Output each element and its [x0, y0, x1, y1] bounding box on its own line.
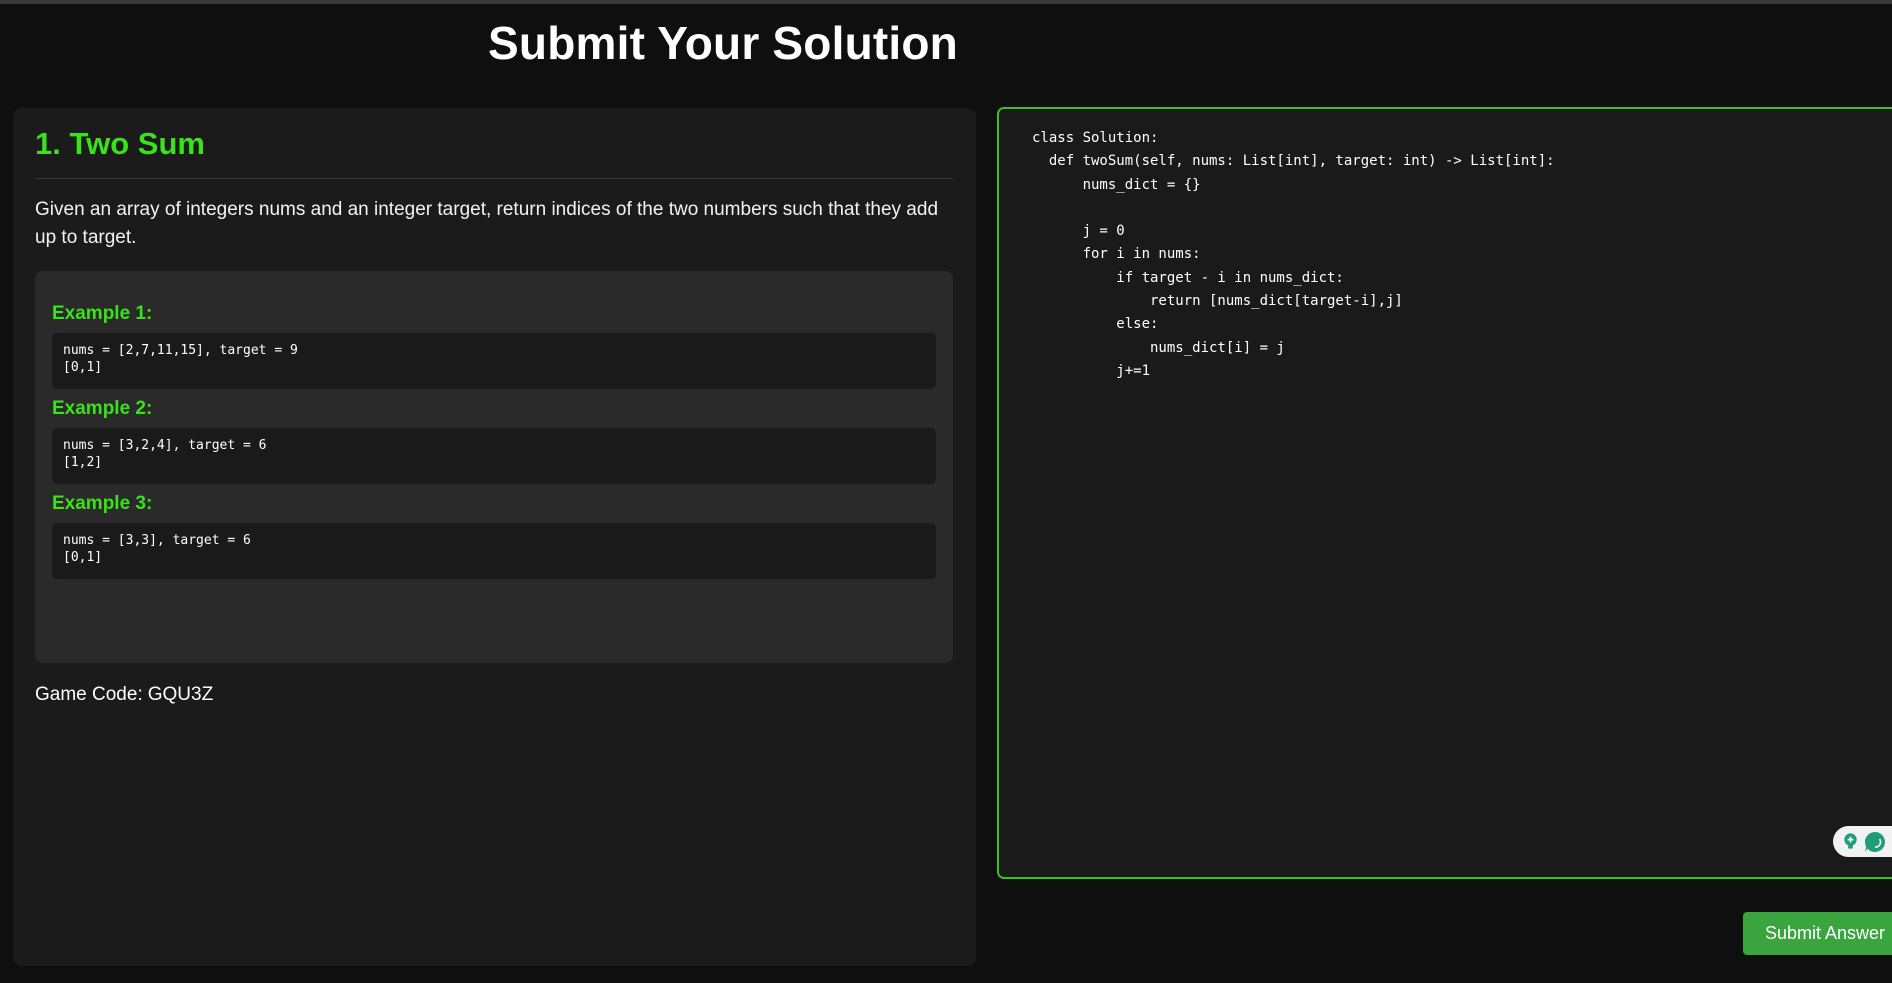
- lightbulb-plus-icon[interactable]: [1841, 832, 1860, 851]
- problem-title: 1. Two Sum: [35, 126, 205, 161]
- assistant-widget[interactable]: [1833, 826, 1892, 857]
- example-2-heading: Example 2:: [52, 398, 153, 419]
- game-code-label: Game Code:: [35, 684, 143, 705]
- problem-panel: 1. Two Sum Given an array of integers nu…: [13, 108, 976, 966]
- game-code-value: GQU3Z: [147, 684, 214, 705]
- game-code: Game Code: GQU3Z: [35, 684, 213, 706]
- example-2-code: nums = [3,2,4], target = 6 [1,2]: [52, 428, 936, 484]
- code-editor[interactable]: class Solution: def twoSum(self, nums: L…: [997, 107, 1892, 879]
- divider: [35, 178, 953, 179]
- submit-answer-button[interactable]: Submit Answer: [1743, 912, 1892, 955]
- example-1-heading: Example 1:: [52, 303, 153, 324]
- chat-bubble-icon[interactable]: [1863, 830, 1887, 854]
- example-3-code: nums = [3,3], target = 6 [0,1]: [52, 523, 936, 579]
- example-3-heading: Example 3:: [52, 493, 153, 514]
- examples-box: Example 1: nums = [2,7,11,15], target = …: [35, 271, 953, 663]
- example-1-code: nums = [2,7,11,15], target = 9 [0,1]: [52, 333, 936, 389]
- page-title: Submit Your Solution: [488, 17, 958, 69]
- window-top-strip: [0, 0, 1892, 4]
- problem-description: Given an array of integers nums and an i…: [35, 199, 939, 248]
- code-editor-content[interactable]: class Solution: def twoSum(self, nums: L…: [1032, 127, 1555, 383]
